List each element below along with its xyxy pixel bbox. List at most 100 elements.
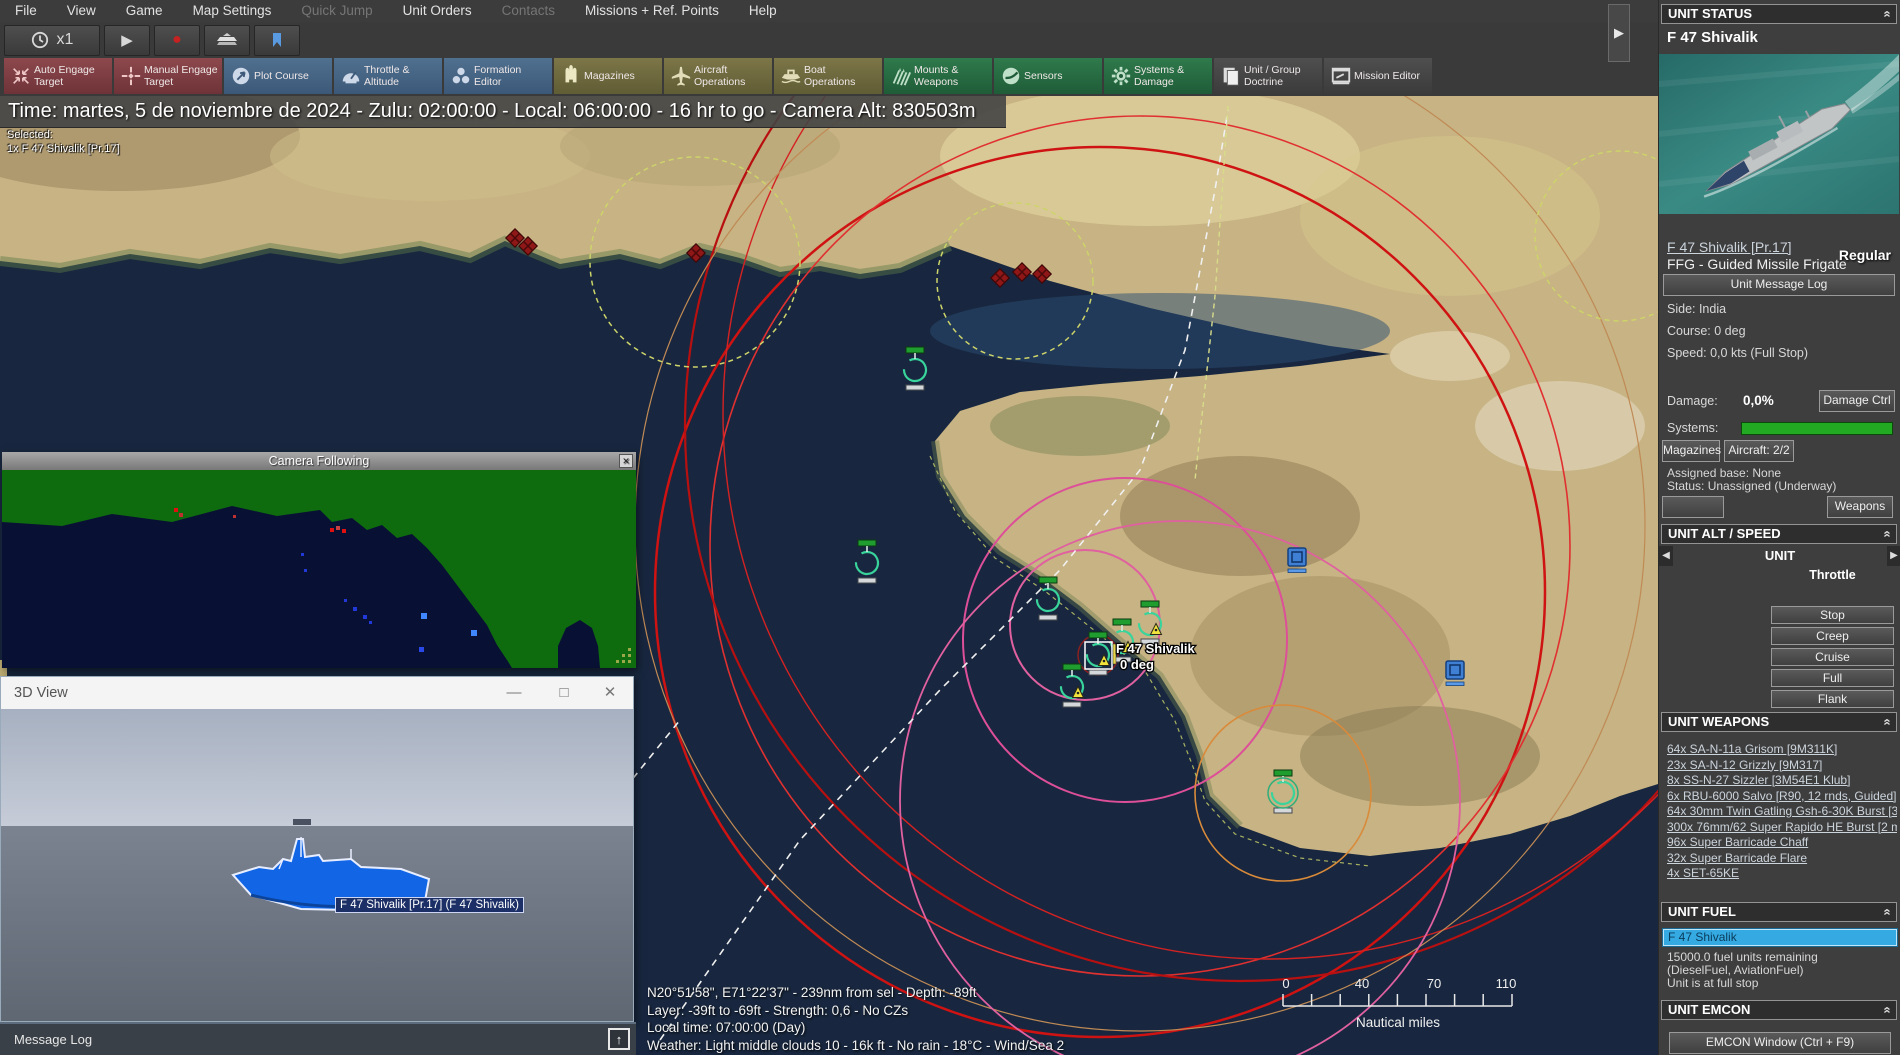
play-icon: ▶: [121, 31, 133, 49]
right-arrow-icon[interactable]: ▶: [1887, 546, 1900, 566]
message-log-bar[interactable]: Message Log ↑: [0, 1022, 636, 1055]
magazines-button[interactable]: Magazines: [554, 58, 662, 94]
throttle-stop-button[interactable]: Stop: [1771, 606, 1894, 624]
menu-help[interactable]: Help: [734, 0, 792, 22]
expand-log-button[interactable]: ↑: [608, 1028, 630, 1050]
weapon-link[interactable]: 4x SET-65KE: [1667, 866, 1897, 882]
toolbar-label: Magazines: [584, 70, 635, 82]
panel-title: UNIT STATUS: [1668, 6, 1752, 21]
throttle-altitude-button[interactable]: Throttle & Altitude: [334, 58, 442, 94]
base-contact-icon[interactable]: [1288, 548, 1306, 573]
left-arrow-icon[interactable]: ◀: [1659, 546, 1673, 566]
menu-bar: File View Game Map Settings Quick Jump U…: [0, 0, 1658, 22]
selection-overlay: Selected: 1x F 47 Shivalik [Pr.17]: [7, 128, 120, 156]
cursor-status-block: N20°51'58", E71°22'37" - 239nm from sel …: [647, 984, 1064, 1054]
map-layers-button[interactable]: [204, 25, 250, 56]
toolbar-label: Throttle & Altitude: [364, 64, 438, 89]
weapon-link[interactable]: 64x SA-N-11a Grisom [9M311K]: [1667, 742, 1897, 758]
unit-emcon-header[interactable]: UNIT EMCON »: [1661, 1000, 1897, 1020]
camera-window-title: Camera Following: [269, 454, 370, 468]
emcon-window-button[interactable]: EMCON Window (Ctrl + F9): [1669, 1032, 1891, 1054]
unit-fuel-header[interactable]: UNIT FUEL »: [1661, 902, 1897, 922]
weapon-link[interactable]: 8x SS-N-27 Sizzler [3M54E1 Klub]: [1667, 773, 1897, 789]
throttle-cruise-button[interactable]: Cruise: [1771, 648, 1894, 666]
3d-view-titlebar[interactable]: 3D View — □ ✕: [1, 677, 633, 709]
unit-message-log-button[interactable]: Unit Message Log: [1663, 274, 1895, 296]
time-compression-button[interactable]: x1: [4, 25, 100, 56]
mission-editor-button[interactable]: Mission Editor: [1324, 58, 1432, 94]
unit-status-header[interactable]: UNIT STATUS »: [1661, 4, 1897, 24]
magazines-panel-button[interactable]: Magazines: [1662, 440, 1720, 462]
formation-editor-button[interactable]: Formation Editor: [444, 58, 552, 94]
toolbar-label: Boat Operations: [804, 64, 878, 89]
throttle-creep-button[interactable]: Creep: [1771, 627, 1894, 645]
unit-alt-speed-header[interactable]: UNIT ALT / SPEED »: [1661, 524, 1897, 544]
collapse-chevron-icon[interactable]: »: [1877, 530, 1895, 537]
throttle-full-button[interactable]: Full: [1771, 669, 1894, 687]
missiles-icon: [888, 65, 914, 87]
boat-icon: [778, 65, 804, 87]
weapon-link[interactable]: 32x Super Barricade Flare: [1667, 851, 1897, 867]
map-unit-course-label: 0 deg: [1120, 657, 1154, 672]
maximize-icon[interactable]: □: [549, 682, 579, 704]
weapon-link[interactable]: 96x Super Barricade Chaff: [1667, 835, 1897, 851]
base-contact-icon[interactable]: [1446, 661, 1464, 686]
unit-weapons-header[interactable]: UNIT WEAPONS »: [1661, 712, 1897, 732]
weapons-panel-button[interactable]: Weapons: [1827, 496, 1893, 518]
collapse-chevron-icon[interactable]: »: [1877, 718, 1895, 725]
camera-following-window[interactable]: Camera Following ✕: [2, 452, 636, 668]
weapon-link[interactable]: 23x SA-N-12 Grizzly [9M317]: [1667, 758, 1897, 774]
sidebar-expand-button[interactable]: ▶: [1608, 4, 1630, 62]
auto-engage-target-button[interactable]: Auto Engage Target: [4, 58, 112, 94]
fuel-selected-unit[interactable]: F 47 Shivalik: [1663, 929, 1897, 946]
minimize-icon[interactable]: —: [499, 682, 529, 704]
close-icon[interactable]: ✕: [619, 454, 633, 468]
weapon-link[interactable]: 300x 76mm/62 Super Rapido HE Burst [2 m: [1667, 820, 1897, 836]
collapse-chevron-icon[interactable]: »: [1877, 908, 1895, 915]
sensors-button[interactable]: Sensors: [994, 58, 1102, 94]
damage-ctrl-button[interactable]: Damage Ctrl: [1819, 390, 1895, 412]
up-arrow-icon: ↑: [616, 1032, 623, 1047]
play-button[interactable]: ▶: [104, 25, 150, 56]
weapon-link[interactable]: 6x RBU-6000 Salvo [R90, 12 rnds, Guided]: [1667, 789, 1897, 805]
throttle-flank-button[interactable]: Flank: [1771, 690, 1894, 708]
auto-engage-icon: [8, 65, 34, 87]
aircraft-operations-button[interactable]: Aircraft Operations: [664, 58, 772, 94]
selected-value: 1x F 47 Shivalik [Pr.17]: [7, 142, 120, 156]
scale-tick-label: 110: [1496, 976, 1517, 991]
assigned-base: Assigned base: None: [1667, 466, 1781, 480]
overview-minimap[interactable]: [2, 470, 636, 668]
collapse-chevron-icon[interactable]: »: [1877, 1006, 1895, 1013]
magazines-icon: [558, 65, 584, 87]
record-button[interactable]: ●: [154, 25, 200, 56]
selected-label: Selected:: [7, 128, 120, 142]
sensors-panel-button[interactable]: [1662, 496, 1724, 518]
boat-operations-button[interactable]: Boat Operations: [774, 58, 882, 94]
3d-view-window[interactable]: 3D View — □ ✕: [0, 676, 634, 1022]
mounts-weapons-button[interactable]: Mounts & Weapons: [884, 58, 992, 94]
menu-file[interactable]: File: [0, 0, 52, 22]
manual-engage-target-button[interactable]: Manual Engage Target: [114, 58, 222, 94]
weapon-link[interactable]: 64x 30mm Twin Gatling Gsh-6-30K Burst [3: [1667, 804, 1897, 820]
menu-unit-orders[interactable]: Unit Orders: [388, 0, 487, 22]
time-compression-value: x1: [57, 31, 74, 49]
menu-missions-ref-points[interactable]: Missions + Ref. Points: [570, 0, 734, 22]
3d-scene[interactable]: [1, 709, 633, 1021]
camera-window-titlebar[interactable]: Camera Following ✕: [2, 452, 636, 470]
aircraft-panel-button[interactable]: Aircraft: 2/2: [1724, 440, 1794, 462]
unit-group-doctrine-button[interactable]: Unit / Group Doctrine: [1214, 58, 1322, 94]
close-icon[interactable]: ✕: [595, 682, 625, 704]
menu-quick-jump: Quick Jump: [286, 0, 387, 22]
bookmark-jump-button[interactable]: [254, 25, 300, 56]
menu-map-settings[interactable]: Map Settings: [178, 0, 287, 22]
menu-game[interactable]: Game: [111, 0, 178, 22]
ship-3d-label: F 47 Shivalik [Pr.17] (F 47 Shivalik): [335, 897, 524, 913]
plot-course-button[interactable]: Plot Course: [224, 58, 332, 94]
unit-db-link[interactable]: F 47 Shivalik [Pr.17]: [1667, 239, 1792, 255]
menu-view[interactable]: View: [52, 0, 111, 22]
toolbar-label: Mission Editor: [1354, 70, 1420, 82]
systems-damage-button[interactable]: Systems & Damage: [1104, 58, 1212, 94]
collapse-chevron-icon[interactable]: »: [1877, 10, 1895, 17]
status-line: N20°51'58", E71°22'37" - 239nm from sel …: [647, 984, 1064, 1002]
toolbar-label: Sensors: [1024, 70, 1063, 82]
